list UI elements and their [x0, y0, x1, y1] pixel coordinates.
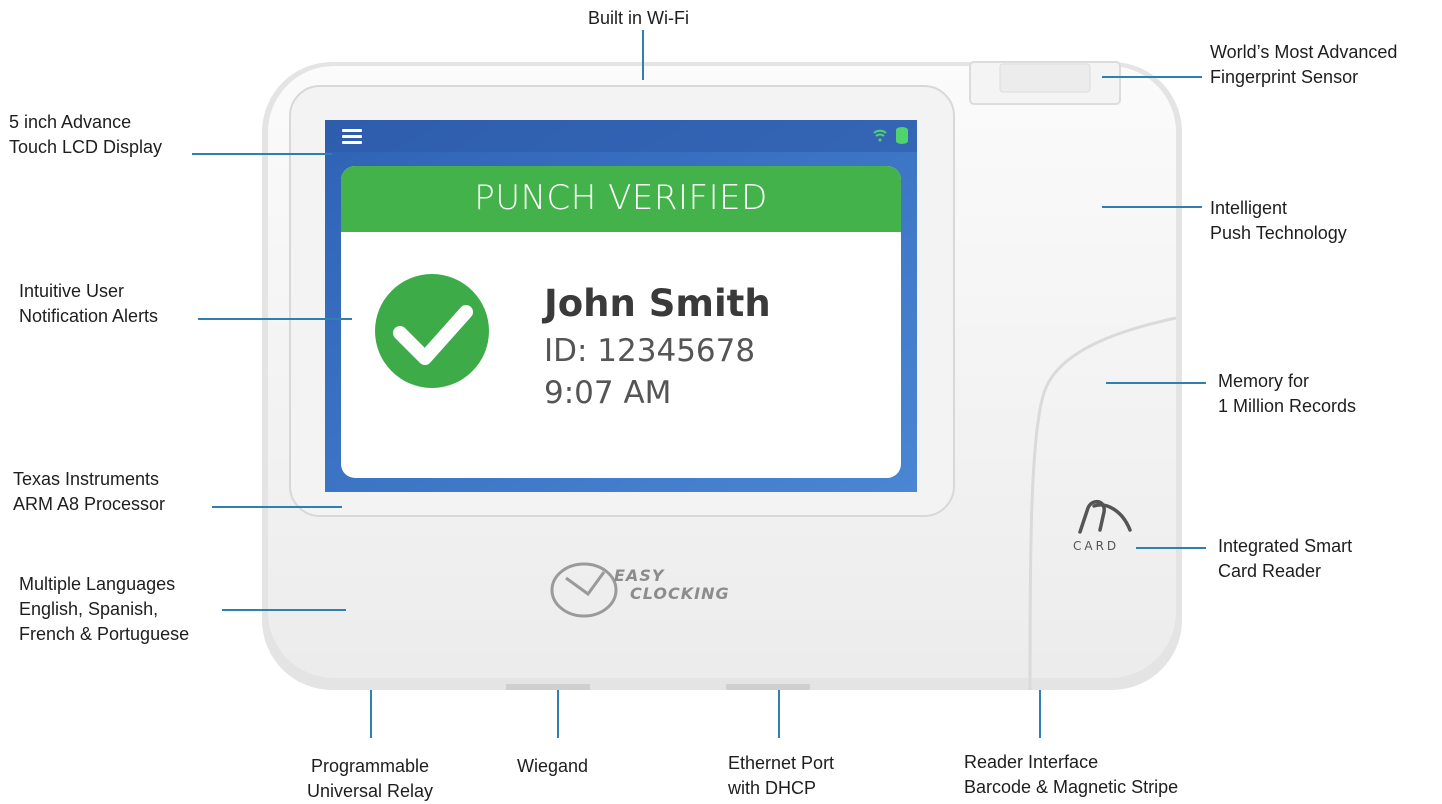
alerts-line — [198, 318, 352, 320]
wiegand-port — [506, 684, 590, 690]
push-line — [1102, 206, 1202, 208]
label-processor: Texas Instruments ARM A8 Processor — [13, 469, 166, 514]
database-icon — [896, 127, 908, 144]
label-wifi: Built in Wi-Fi — [588, 8, 690, 28]
label-languages: Multiple Languages English, Spanish, Frenc… — [19, 574, 190, 644]
processor-line — [212, 506, 342, 508]
label-fingerprint: World’s Most Advanced Fingerprint Sensor — [1210, 42, 1398, 87]
wiegand-line — [557, 690, 559, 738]
ethernet-port — [726, 684, 810, 690]
banner-text: PUNCH VERIFIED — [474, 178, 768, 218]
ethernet-line — [778, 690, 780, 738]
employee-id: ID: 12345678 — [544, 333, 756, 369]
label-display: 5 inch Advance Touch LCD Display — [9, 112, 163, 157]
hamburger-menu-icon — [342, 129, 362, 144]
punch-time: 9:07 AM — [544, 375, 672, 411]
fingerprint-line — [1102, 76, 1202, 78]
reader-line — [1039, 690, 1041, 738]
label-smartcard: Integrated Smart Card Reader — [1218, 536, 1353, 581]
employee-name: John Smith — [544, 282, 771, 325]
check-circle-icon — [375, 274, 489, 388]
display-line — [192, 153, 332, 155]
card-label: CARD — [1073, 539, 1120, 553]
label-push: Intelligent Push Technology — [1210, 198, 1347, 243]
smartcard-line — [1136, 547, 1206, 549]
label-reader: Reader Interface Barcode & Magnetic Strip… — [964, 752, 1179, 797]
label-relay: Programmable Universal Relay — [306, 756, 434, 801]
wifi-line — [642, 30, 644, 80]
logo-easy: EASY — [614, 566, 665, 585]
relay-line — [370, 690, 372, 738]
languages-line — [222, 609, 346, 611]
label-ethernet: Ethernet Port with DHCP — [728, 753, 835, 798]
label-memory: Memory for 1 Million Records — [1218, 371, 1357, 416]
logo-clocking: CLOCKING — [630, 584, 730, 603]
label-wiegand: Wiegand — [517, 756, 589, 776]
label-alerts: Intuitive User Notification Alerts — [19, 281, 159, 326]
memory-line — [1106, 382, 1206, 384]
